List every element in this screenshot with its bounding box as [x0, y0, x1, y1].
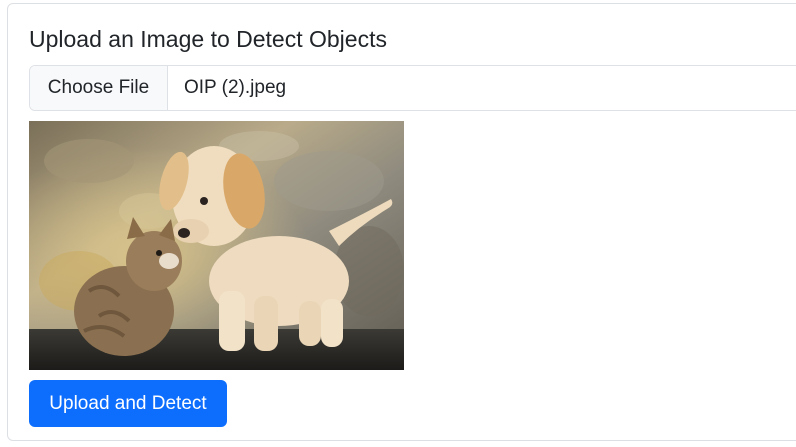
upload-card: Upload an Image to Detect Objects Choose…	[7, 3, 796, 441]
selected-file-name: OIP (2).jpeg	[184, 77, 287, 98]
preview-image	[29, 121, 404, 370]
file-input[interactable]: Choose File OIP (2).jpeg	[29, 65, 796, 111]
image-preview	[29, 121, 404, 370]
choose-file-button[interactable]: Choose File	[30, 66, 168, 110]
upload-and-detect-button[interactable]: Upload and Detect	[29, 380, 227, 427]
page-title: Upload an Image to Detect Objects	[29, 26, 387, 52]
